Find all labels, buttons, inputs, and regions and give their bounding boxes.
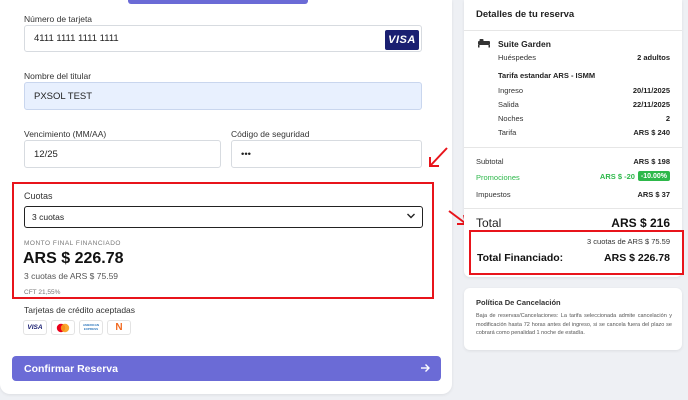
mastercard-icon <box>51 320 75 335</box>
room-name: Suite Garden <box>498 39 551 49</box>
amex-icon-text: AMERICAN EXPRESS <box>82 323 100 331</box>
rate-value: ARS $ 240 <box>633 128 670 137</box>
rate-name: Tarifa estandar ARS - ISMM <box>498 71 596 80</box>
promo-value: ARS $ -20 <box>599 171 635 181</box>
cft-text: CFT 21,55% <box>24 289 61 296</box>
installments-selected: 3 cuotas <box>32 212 65 222</box>
expiry-label: Vencimiento (MM/AA) <box>24 129 107 139</box>
cvv-field[interactable]: ••• <box>231 140 422 168</box>
accepted-cards-label: Tarjetas de crédito aceptadas <box>24 305 136 315</box>
guests-value: 2 adultos <box>637 53 670 62</box>
holder-label: Nombre del titular <box>24 71 92 81</box>
installments-select[interactable]: 3 cuotas <box>24 206 423 228</box>
payment-form-card: Número de tarjeta 4111 1111 1111 1111 VI… <box>0 0 452 394</box>
mastercard-icon-graphic <box>56 323 70 332</box>
financed-total-value: ARS $ 226.78 <box>604 252 670 264</box>
expiry-value: 12/25 <box>34 148 58 160</box>
rate-label: Tarifa <box>498 128 517 137</box>
checkin-label: Ingreso <box>498 86 524 95</box>
final-financed-label: MONTO FINAL FINANCIADO <box>24 240 121 247</box>
cancellation-policy-card: Política De Cancelación Baja de reservas… <box>464 288 682 350</box>
card-number-value: 4111 1111 1111 1111 <box>34 33 119 44</box>
divider <box>464 208 682 209</box>
holder-name-value: PXSOL TEST <box>34 90 93 102</box>
final-financed-amount: ARS $ 226.78 <box>23 250 124 267</box>
promo-badge: -10.00% <box>637 171 670 181</box>
nights-label: Noches <box>498 114 524 123</box>
financed-total-label: Total Financiado: <box>477 252 564 264</box>
visa-icon: VISA <box>23 320 47 335</box>
checkout-value: 22/11/2025 <box>632 100 670 109</box>
naranja-icon: N <box>107 320 131 335</box>
policy-title: Política De Cancelación <box>476 298 561 307</box>
naranja-icon-text: N <box>115 322 123 333</box>
taxes-value: ARS $ 37 <box>637 190 670 199</box>
visa-icon-text: VISA <box>27 324 43 331</box>
checkin-value: 20/11/2025 <box>632 86 670 95</box>
subtotal-value: ARS $ 198 <box>633 157 670 166</box>
guests-label: Huéspedes <box>498 53 536 62</box>
holder-name-field[interactable]: PXSOL TEST <box>24 82 422 110</box>
policy-text: Baja de reservas/Cancelaciones: La tarif… <box>476 313 672 336</box>
confirm-reservation-button[interactable]: Confirmar Reserva <box>12 356 441 381</box>
arrow-right-icon <box>421 364 430 372</box>
card-number-label: Número de tarjeta <box>24 14 93 24</box>
expiry-field[interactable]: 12/25 <box>24 140 221 168</box>
installments-detail: 3 cuotas de ARS $ 75.59 <box>24 271 119 281</box>
cvv-value: ••• <box>241 148 251 160</box>
top-accent-bar <box>128 0 308 4</box>
divider <box>464 147 682 148</box>
financed-detail: 3 cuotas de ARS $ 75.59 <box>587 237 670 246</box>
cvv-label: Código de seguridad <box>231 129 310 139</box>
total-label: Total <box>476 216 502 230</box>
annotation-arrow-icon <box>429 147 448 167</box>
checkout-label: Salida <box>498 100 519 109</box>
card-number-field[interactable]: 4111 1111 1111 1111 VISA <box>24 25 422 52</box>
visa-icon: VISA <box>385 30 419 50</box>
summary-title: Detalles de tu reserva <box>476 9 575 20</box>
financed-total-highlight-box: 3 cuotas de ARS $ 75.59 Total Financiado… <box>469 230 684 275</box>
promo-label: Promociones <box>476 173 520 182</box>
subtotal-label: Subtotal <box>476 157 504 166</box>
taxes-label: Impuestos <box>476 190 511 199</box>
chevron-down-icon <box>407 213 415 219</box>
confirm-button-label: Confirmar Reserva <box>24 362 118 375</box>
divider <box>464 30 682 31</box>
promo-value-group: ARS $ -20 -10.00% <box>600 171 670 181</box>
nights-value: 2 <box>665 114 670 123</box>
bed-icon <box>478 39 490 48</box>
total-value: ARS $ 216 <box>611 216 670 230</box>
installments-label: Cuotas <box>24 191 53 201</box>
amex-icon: AMERICAN EXPRESS <box>79 320 103 335</box>
